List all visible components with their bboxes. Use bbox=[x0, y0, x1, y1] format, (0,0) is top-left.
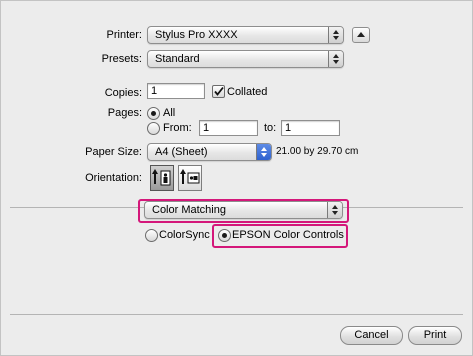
copies-label: Copies: bbox=[104, 87, 142, 99]
paper-size-value: A4 (Sheet) bbox=[155, 146, 208, 158]
paper-size-dimensions: 21.00 by 29.70 cm bbox=[276, 146, 359, 157]
pages-all-label: All bbox=[163, 107, 176, 119]
orientation-landscape-button[interactable] bbox=[178, 165, 202, 191]
orientation-portrait-button[interactable] bbox=[150, 165, 174, 191]
epson-color-controls-label: EPSON Color Controls bbox=[232, 229, 344, 241]
bottom-separator bbox=[10, 314, 463, 315]
print-button[interactable]: Print bbox=[408, 326, 462, 345]
presets-popup[interactable]: Standard bbox=[147, 50, 344, 68]
popup-arrows-icon bbox=[328, 51, 343, 67]
pages-from-radio[interactable] bbox=[147, 122, 160, 135]
cancel-button[interactable]: Cancel bbox=[340, 326, 403, 345]
pages-to-field[interactable]: 1 bbox=[281, 120, 340, 136]
popup-arrows-icon bbox=[256, 144, 271, 160]
printer-popup[interactable]: Stylus Pro XXXX bbox=[147, 26, 344, 44]
popup-arrows-icon bbox=[327, 202, 342, 218]
portrait-person-icon bbox=[152, 169, 171, 186]
pages-label: Pages: bbox=[107, 107, 142, 119]
presets-label: Presets: bbox=[101, 53, 142, 65]
landscape-person-icon bbox=[180, 169, 200, 184]
pages-from-field[interactable]: 1 bbox=[199, 120, 258, 136]
epson-color-controls-radio[interactable] bbox=[218, 229, 231, 242]
panel-value: Color Matching bbox=[152, 204, 226, 216]
panel-popup[interactable]: Color Matching bbox=[144, 201, 343, 219]
colorsync-radio[interactable] bbox=[145, 229, 158, 242]
checkmark-icon bbox=[214, 86, 224, 96]
pages-all-radio[interactable] bbox=[147, 107, 160, 120]
pages-from-label: From: bbox=[163, 122, 192, 134]
printer-value: Stylus Pro XXXX bbox=[155, 29, 238, 41]
copies-value: 1 bbox=[151, 85, 158, 97]
pages-to-value: 1 bbox=[285, 122, 292, 134]
collated-label: Collated bbox=[227, 86, 268, 98]
presets-value: Standard bbox=[155, 53, 200, 65]
collated-checkbox[interactable] bbox=[212, 85, 225, 98]
triangle-up-icon bbox=[357, 32, 365, 37]
paper-size-popup[interactable]: A4 (Sheet) bbox=[147, 143, 272, 161]
expand-dialog-button[interactable] bbox=[352, 27, 370, 43]
colorsync-label: ColorSync bbox=[159, 229, 210, 241]
copies-field[interactable]: 1 bbox=[147, 83, 205, 99]
orientation-label: Orientation: bbox=[85, 172, 142, 184]
printer-label: Printer: bbox=[106, 29, 142, 41]
pages-from-value: 1 bbox=[203, 122, 210, 134]
popup-arrows-icon bbox=[328, 27, 343, 43]
pages-to-label: to: bbox=[264, 122, 277, 134]
paper-size-label: Paper Size: bbox=[85, 146, 142, 158]
